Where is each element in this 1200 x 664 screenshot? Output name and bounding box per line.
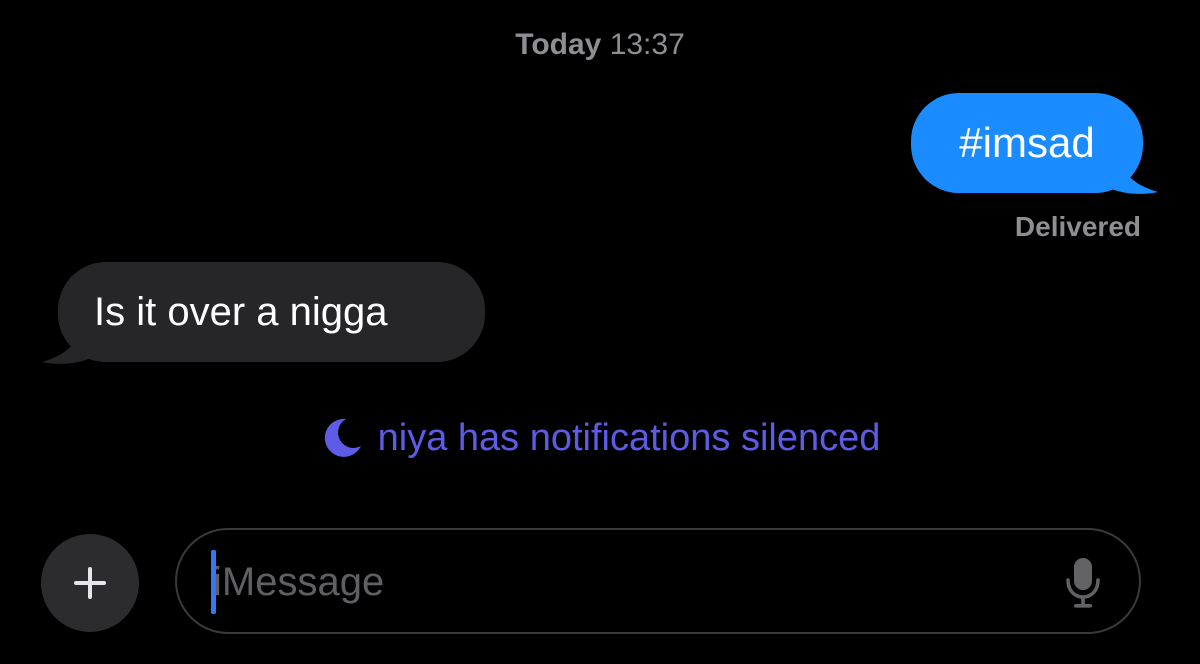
plus-icon bbox=[74, 567, 106, 599]
timestamp-time: 13:37 bbox=[609, 28, 685, 61]
outgoing-message-text: #imsad bbox=[959, 119, 1095, 166]
incoming-message-text: Is it over a nigga bbox=[94, 289, 388, 334]
delivery-status: Delivered bbox=[1014, 211, 1141, 242]
focus-status-notice: niya has notifications silenced bbox=[0, 416, 1200, 460]
message-input[interactable]: iMessage bbox=[175, 528, 1141, 634]
focus-notice-text: niya has notifications silenced bbox=[377, 416, 881, 459]
conversation-timestamp: Today 13:37 bbox=[0, 28, 1200, 62]
message-input-placeholder: iMessage bbox=[213, 560, 385, 604]
timestamp-day: Today bbox=[515, 28, 602, 61]
moon-icon bbox=[324, 418, 361, 457]
add-attachment-button[interactable] bbox=[41, 534, 139, 632]
conversation-screen: Today 13:37 #imsad Delivered Is it over … bbox=[0, 0, 1200, 664]
microphone-icon[interactable] bbox=[1065, 556, 1101, 610]
incoming-message-bubble[interactable]: Is it over a nigga bbox=[58, 262, 485, 362]
outgoing-message-bubble[interactable]: #imsad bbox=[911, 93, 1143, 193]
